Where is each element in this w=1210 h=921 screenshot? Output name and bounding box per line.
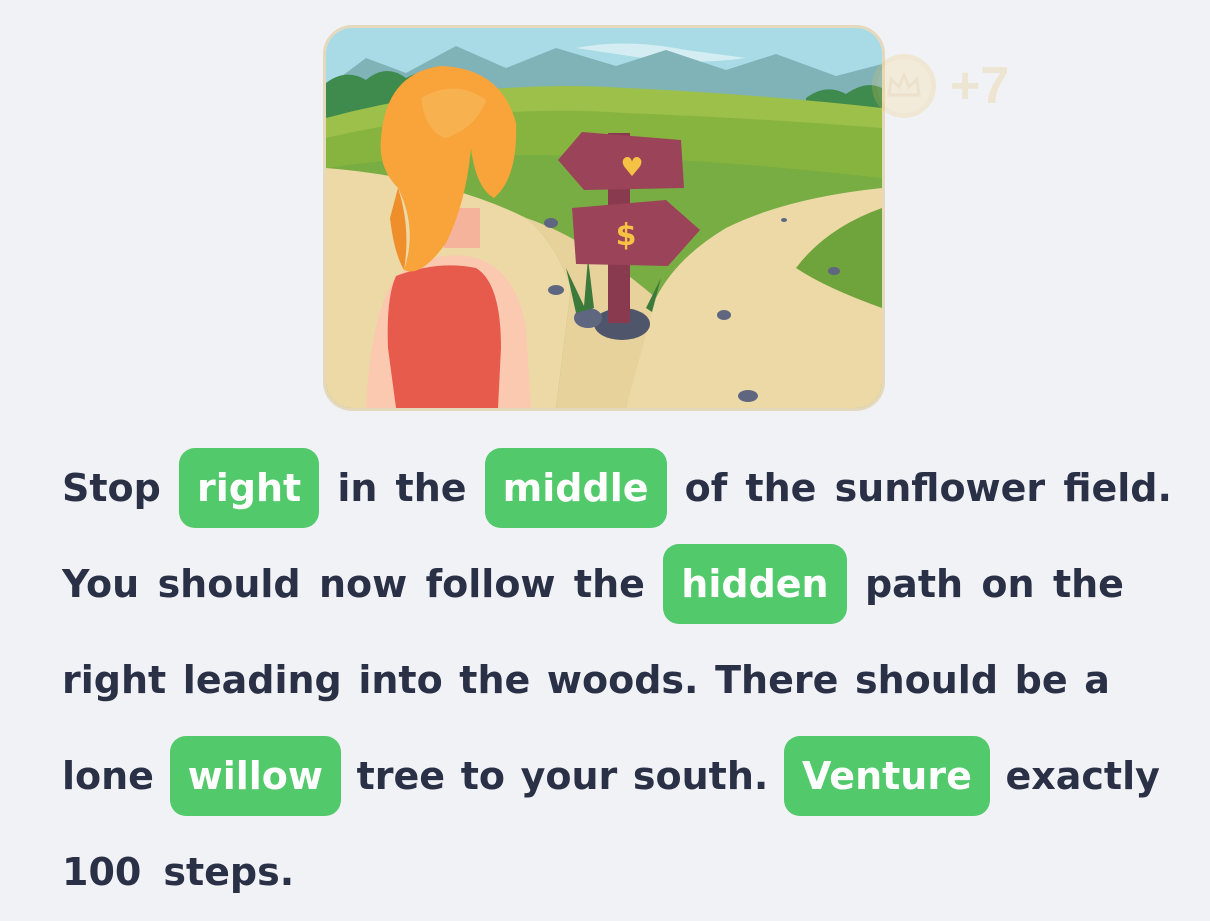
heart-symbol: ♥	[620, 153, 643, 183]
word: path	[864, 562, 964, 606]
word: your	[520, 754, 618, 798]
word: lone	[62, 754, 154, 798]
word: south.	[632, 754, 769, 798]
word: tree	[356, 754, 446, 798]
passage-line-1: Stop right in the middle of the sunflowe…	[62, 440, 1172, 536]
word: leading	[182, 658, 342, 702]
word: now	[319, 562, 408, 606]
word: a	[1084, 658, 1110, 702]
word-chip-willow[interactable]: willow	[169, 736, 341, 816]
crown-icon	[887, 73, 921, 97]
word: the	[395, 466, 467, 510]
word: You	[62, 562, 140, 606]
word: should	[157, 562, 301, 606]
crown-coin-icon	[872, 54, 936, 118]
word-chip-hidden[interactable]: hidden	[663, 544, 847, 624]
passage-line-3: right leading into the woods. There shou…	[62, 632, 1110, 728]
word: be	[1014, 658, 1068, 702]
word: should	[854, 658, 999, 702]
crossroads-image: ♥ $	[326, 28, 882, 408]
word: woods.	[546, 658, 699, 702]
word: There	[715, 658, 839, 702]
word: on	[981, 562, 1035, 606]
word: sunflower	[834, 466, 1046, 510]
passage-line-2: You should now follow the hidden path on…	[62, 536, 1124, 632]
word: right	[62, 658, 167, 702]
word: exactly	[1005, 754, 1160, 798]
word: Stop	[62, 466, 161, 510]
word: steps.	[163, 850, 295, 894]
word: into	[358, 658, 443, 702]
word-chip-venture[interactable]: Venture	[783, 736, 990, 816]
dollar-symbol: $	[616, 218, 637, 253]
word: the	[573, 562, 645, 606]
story-screen: ♥ $ +7 Stop right in the middle of the s…	[0, 0, 1210, 921]
story-illustration: ♥ $	[326, 28, 882, 408]
passage-line-4: lone willow tree to your south. Venture …	[62, 728, 1160, 824]
word: the	[1052, 562, 1124, 606]
word: of	[684, 466, 728, 510]
word: the	[459, 658, 531, 702]
reward-points: +7	[950, 57, 1010, 115]
word-chip-right[interactable]: right	[178, 448, 320, 528]
reward-indicator: +7	[872, 50, 1009, 122]
word: field.	[1063, 466, 1172, 510]
word: to	[460, 754, 505, 798]
story-passage: Stop right in the middle of the sunflowe…	[62, 440, 1172, 920]
word: 100	[62, 850, 142, 894]
passage-line-5: 100 steps.	[62, 824, 1172, 920]
word: in	[337, 466, 378, 510]
word: the	[745, 466, 817, 510]
word-chip-middle[interactable]: middle	[484, 448, 667, 528]
word: follow	[425, 562, 556, 606]
